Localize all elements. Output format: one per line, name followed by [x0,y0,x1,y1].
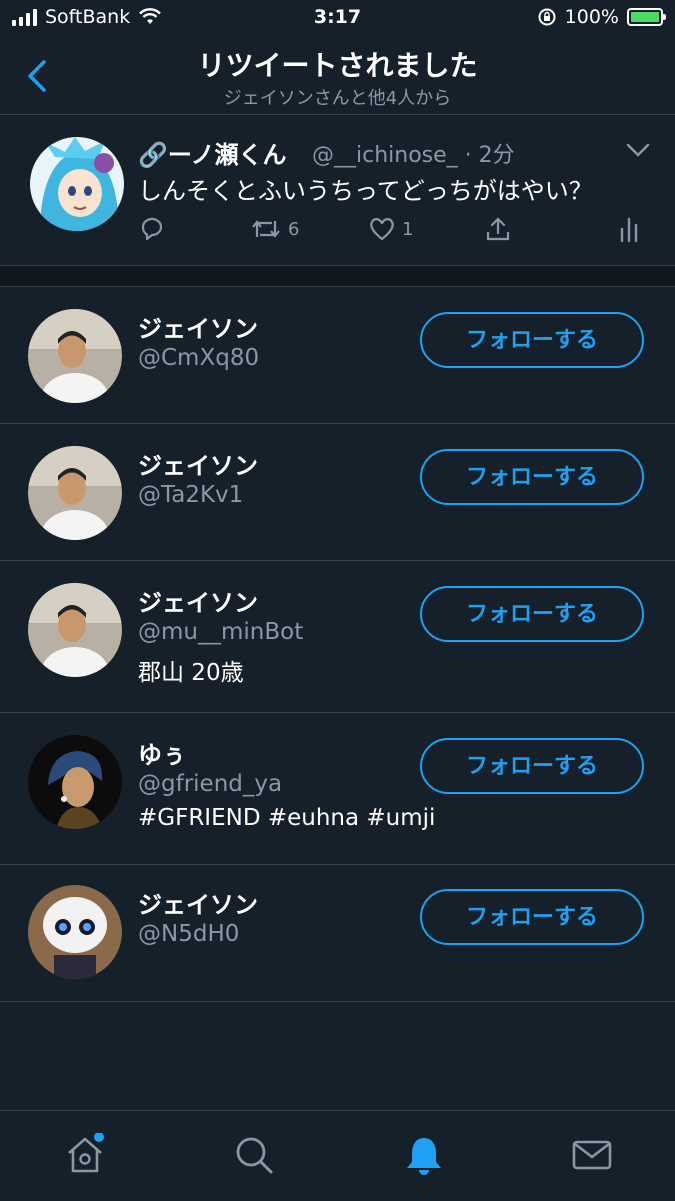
like-icon [370,218,394,241]
battery-percent: 100% [564,6,619,28]
home-icon[interactable] [63,1133,107,1177]
user-bio: #GFRIEND #euhna #umji [138,805,436,831]
user-name[interactable]: ゆぅ [138,735,186,770]
user-bio: 郡山 20歳 [138,660,244,686]
user-handle: @gfriend_ya [138,771,283,797]
user-row[interactable]: ジェイソン @CmXq80 フォローする [0,287,675,424]
reply-icon [141,217,163,241]
tweet-author-name[interactable]: 🔗ーノ瀬くん [138,135,286,170]
retweet-icon [252,220,280,238]
nav-header: リツイートされました ジェイソンさんと他4人から [0,38,675,115]
chevron-down-icon[interactable] [626,143,650,157]
user-handle: @CmXq80 [138,345,260,371]
tab-bar [0,1110,675,1201]
user-name[interactable]: ジェイソン [138,309,258,344]
avatar[interactable] [28,309,122,403]
notification-dot [94,1133,104,1142]
avatar[interactable] [30,137,124,231]
reply-button[interactable] [138,215,166,243]
user-handle: @mu__minBot [138,619,304,645]
orientation-lock-icon [538,8,556,26]
avatar[interactable] [28,735,122,829]
follow-button[interactable]: フォローする [420,312,644,368]
like-button[interactable]: 1 [368,215,413,243]
tweet-text: しんそくとふいうちってどっちがはやい？ [138,177,593,205]
share-icon [486,217,510,241]
user-name[interactable]: ジェイソン [138,885,258,920]
tweet[interactable]: 🔗ーノ瀬くん @__ichinose_ · 2分 しんそくとふいうちってどっちが… [0,115,675,266]
share-button[interactable] [484,215,512,243]
follow-button[interactable]: フォローする [420,449,644,505]
search-icon[interactable] [232,1133,276,1177]
avatar[interactable] [28,446,122,540]
messages-icon[interactable] [570,1133,614,1177]
user-row[interactable]: ジェイソン @N5dH0 フォローする [0,865,675,1002]
section-divider [0,266,675,287]
user-name[interactable]: ジェイソン [138,446,258,481]
retweet-button[interactable]: 6 [250,215,299,243]
page-subtitle: ジェイソンさんと他4人から [223,88,452,109]
analytics-button[interactable] [618,215,640,243]
tweet-actions: 6 1 [138,215,648,251]
user-handle: @Ta2Kv1 [138,482,244,508]
notifications-icon[interactable] [402,1133,446,1177]
follow-button[interactable]: フォローする [420,586,644,642]
tweet-author-handle: @__ichinose_ · 2分 [312,143,515,168]
retweet-count: 6 [288,218,300,240]
battery-icon [627,8,666,26]
user-row[interactable]: ジェイソン @mu__minBot 郡山 20歳 フォローする [0,561,675,713]
user-name[interactable]: ジェイソン [138,583,258,618]
user-row[interactable]: ゆぅ @gfriend_ya #GFRIEND #euhna #umji フォロ… [0,713,675,865]
user-row[interactable]: ジェイソン @Ta2Kv1 フォローする [0,424,675,561]
follow-button[interactable]: フォローする [420,889,644,945]
follow-button[interactable]: フォローする [420,738,644,794]
avatar[interactable] [28,885,122,979]
status-bar: SoftBank 3:17 100% [0,0,675,38]
analytics-icon [620,217,638,243]
avatar[interactable] [28,583,122,677]
user-handle: @N5dH0 [138,921,240,947]
page-title: リツイートされました [197,49,478,82]
like-count: 1 [402,218,414,240]
